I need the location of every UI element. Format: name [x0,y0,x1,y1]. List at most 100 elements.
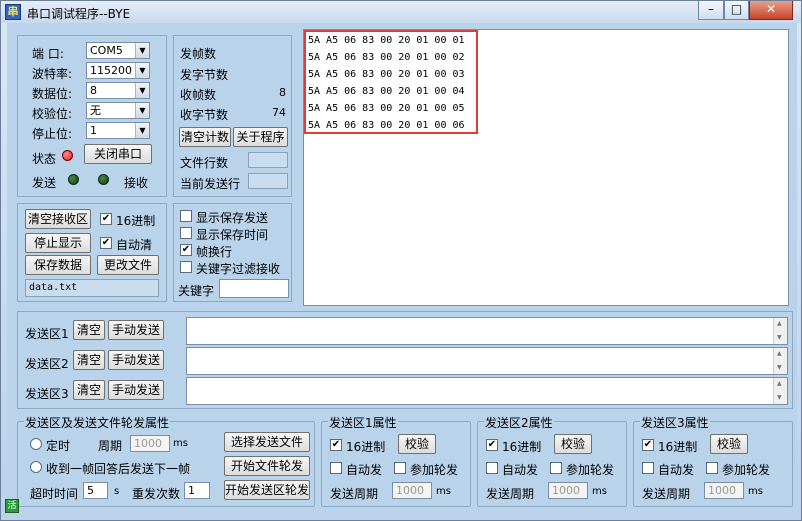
start-file-rotation-button[interactable]: 开始文件轮发 [224,456,310,476]
stopbits-label: 停止位: [32,127,73,141]
send-area-1-join-checkbox[interactable] [394,462,406,474]
show-save-send-label: 显示保存发送 [196,211,269,225]
keyword-input[interactable] [219,279,289,298]
send-area-1-manual-button[interactable]: 手动发送 [108,320,164,340]
recv-frames-value: 8 [279,86,286,99]
clear-count-button[interactable]: 清空计数 [179,127,231,147]
sent-frames-label: 发帧数 [180,47,217,61]
timed-radio[interactable] [30,438,42,450]
period-label: 周期 [98,439,123,453]
auto-clear-checkbox[interactable]: ✔ [100,237,112,249]
close-button[interactable]: ✕ [749,1,793,20]
maximize-button[interactable]: □ [724,1,749,20]
keyword-filter-checkbox[interactable] [180,261,192,273]
recv-led-icon [98,174,109,185]
chevron-down-icon: ▼ [135,123,149,138]
recv-indicator-label: 接收 [124,176,149,190]
send-area-1-input[interactable]: ▲ ▼ [186,317,788,345]
port-select[interactable]: COM5 ▼ [86,42,150,59]
parity-select[interactable]: 无 ▼ [86,102,150,119]
send-areas-panel: 发送区1 清空 手动发送 ▲ ▼ 发送区2 清空 手动发送 ▲ ▼ 发送区3 清空 … [17,311,793,409]
serial-settings-panel: 端 口: COM5 ▼ 波特率: 115200 ▼ 数据位: 8 ▼ 校验位: 无 ▼ … [17,35,167,197]
scroll-up-icon: ▲ [777,320,782,327]
recv-bytes-label: 收字节数 [180,108,229,122]
window-title: 串口调试程序--BYE [27,7,131,21]
send-area-2-clear-button[interactable]: 清空 [73,350,105,370]
period-unit: ms [173,438,188,449]
select-file-button[interactable]: 选择发送文件 [224,432,310,452]
stopbits-select[interactable]: 1 ▼ [86,122,150,139]
filename-field[interactable]: data.txt [25,279,159,297]
databits-select[interactable]: 8 ▼ [86,82,150,99]
send-area-3-join-checkbox[interactable] [706,462,718,474]
send-area-3-clear-button[interactable]: 清空 [73,380,105,400]
save-data-button[interactable]: 保存数据 [25,255,91,275]
after-reply-radio[interactable] [30,461,42,473]
send-area-3-hex-label: 16进制 [658,440,698,454]
title-bar[interactable]: 串 串口调试程序--BYE – □ ✕ [1,1,801,23]
frame-newline-checkbox[interactable]: ✔ [180,244,192,256]
send-area-2-props-title: 发送区2属性 [484,414,554,431]
send-area-3-check-button[interactable]: 校验 [710,434,748,454]
scroll-down-icon: ▼ [777,364,782,371]
clear-receive-button[interactable]: 清空接收区 [25,209,91,229]
keyword-filter-label: 关键字过滤接收 [196,262,281,276]
receive-line: 5A A5 06 83 00 20 01 00 01 [308,35,465,46]
scroll-up-icon: ▲ [777,380,782,387]
send-area-1-join-label: 参加轮发 [410,463,459,477]
sent-bytes-label: 发字节数 [180,68,229,82]
chevron-down-icon: ▼ [135,83,149,98]
send-area-3-label: 发送区3 [25,387,69,401]
show-save-send-checkbox[interactable] [180,210,192,222]
period-input[interactable]: 1000 [130,435,170,452]
change-file-button[interactable]: 更改文件 [97,255,159,275]
receive-line: 5A A5 06 83 00 20 01 00 06 [308,120,465,131]
send-area-1-hex-label: 16进制 [346,440,386,454]
recv-bytes-value: 74 [272,106,286,119]
chevron-down-icon: ▼ [135,63,149,78]
scrollbar[interactable]: ▲ ▼ [773,318,787,344]
after-reply-label: 收到一帧回答后发送下一帧 [46,462,191,476]
send-area-2-auto-checkbox[interactable] [486,462,498,474]
receive-line: 5A A5 06 83 00 20 01 00 05 [308,103,465,114]
send-area-3-manual-button[interactable]: 手动发送 [108,380,164,400]
parity-label: 校验位: [32,107,73,121]
status-bar: 活 [1,493,801,521]
send-area-3-input[interactable]: ▲ ▼ [186,377,788,405]
send-area-2-manual-button[interactable]: 手动发送 [108,350,164,370]
send-area-3-join-label: 参加轮发 [722,463,771,477]
send-area-1-auto-label: 自动发 [346,463,383,477]
parity-value: 无 [90,104,101,117]
close-port-button[interactable]: 关闭串口 [84,144,152,164]
send-indicator-label: 发送 [32,176,57,190]
send-area-3-props-title: 发送区3属性 [640,414,710,431]
send-area-2-hex-checkbox[interactable]: ✔ [486,439,498,451]
scrollbar[interactable]: ▲ ▼ [773,348,787,374]
about-button[interactable]: 关于程序 [233,127,288,147]
scrollbar[interactable]: ▲ ▼ [773,378,787,404]
send-area-2-input[interactable]: ▲ ▼ [186,347,788,375]
hex-checkbox[interactable]: ✔ [100,213,112,225]
send-area-2-check-button[interactable]: 校验 [554,434,592,454]
file-lines-label: 文件行数 [180,156,229,170]
stop-display-button[interactable]: 停止显示 [25,233,91,253]
send-area-2-join-checkbox[interactable] [550,462,562,474]
send-area-1-auto-checkbox[interactable] [330,462,342,474]
send-area-1-check-button[interactable]: 校验 [398,434,436,454]
receive-textarea[interactable]: 5A A5 06 83 00 20 01 00 01 5A A5 06 83 0… [303,29,789,306]
show-save-time-checkbox[interactable] [180,227,192,239]
send-area-3-auto-label: 自动发 [658,463,695,477]
keyword-label: 关键字 [178,284,215,298]
send-area-3-auto-checkbox[interactable] [642,462,654,474]
receive-controls-panel: 清空接收区 ✔ 16进制 停止显示 ✔ 自动清 保存数据 更改文件 data.t… [17,203,167,302]
display-options-panel: 显示保存发送 显示保存时间 ✔ 帧换行 关键字过滤接收 关键字 [173,203,292,302]
send-area-1-hex-checkbox[interactable]: ✔ [330,439,342,451]
baud-select[interactable]: 115200 ▼ [86,62,150,79]
send-led-icon [68,174,79,185]
rotation-group-title: 发送区及发送文件轮发属性 [24,414,171,431]
minimize-button[interactable]: – [698,1,724,20]
send-area-3-hex-checkbox[interactable]: ✔ [642,439,654,451]
send-area-2-hex-label: 16进制 [502,440,542,454]
send-area-1-clear-button[interactable]: 清空 [73,320,105,340]
current-line-field [248,173,288,189]
